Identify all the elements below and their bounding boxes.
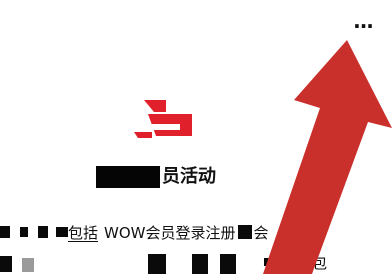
- redaction-block: [192, 254, 208, 274]
- redaction-block: [264, 258, 282, 266]
- redaction-block: [96, 166, 160, 188]
- logo-base-shape: [134, 132, 152, 138]
- more-menu-button[interactable]: ···: [346, 14, 380, 38]
- screenshot-stage: ··· 员活动 包括 WOW会员登录注册 会 包: [0, 0, 392, 274]
- redaction-block: [148, 254, 166, 274]
- body-line-1-tail: 会: [253, 223, 269, 242]
- body-line-2-tail: 包: [312, 254, 328, 272]
- redaction-block: [20, 227, 28, 237]
- redaction-block: [22, 258, 34, 272]
- redaction-block: [0, 226, 10, 238]
- logo-top-shape: [144, 100, 166, 112]
- brand-logo-icon: [134, 100, 192, 138]
- redaction-block: [220, 254, 236, 274]
- logo-white-bar: [146, 124, 180, 130]
- redaction-block: [0, 256, 12, 272]
- body-line-1: 包括 WOW会员登录注册 会: [0, 218, 392, 246]
- redaction-block: [56, 227, 68, 237]
- body-line-1-text: WOW会员登录注册: [104, 223, 236, 242]
- page-title-text: 员活动: [162, 166, 216, 187]
- page-title: 员活动: [96, 160, 216, 190]
- redaction-block: [38, 226, 48, 238]
- included-label: 包括: [68, 223, 99, 242]
- redaction-block: [237, 225, 252, 239]
- body-line-2: 包: [0, 252, 392, 274]
